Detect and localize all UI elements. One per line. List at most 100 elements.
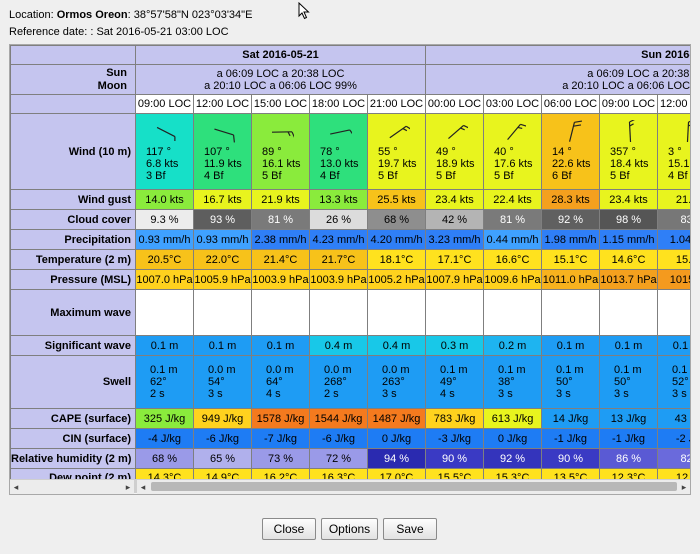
swell-d: 54° [208, 376, 225, 388]
rh-cell: 82 [657, 448, 690, 469]
forecast-table: Sat 2016-05-21Sun 2016-05-2SunMoona 06:0… [10, 45, 690, 488]
scroll-right-arrow-icon[interactable]: ▸ [678, 480, 690, 494]
wind-cell: 40 ° 17.6 kts 5 Bf [483, 113, 543, 190]
sigwave-cell: 0.1 m [193, 335, 252, 356]
wind-barb-icon [448, 124, 469, 140]
precip-cell: 4.20 mm/h [366, 229, 427, 250]
swell-p: 3 s [382, 388, 397, 400]
scroll-left-arrow-icon[interactable]: ◂ [10, 480, 22, 494]
cin-cell: -4 J/kg [135, 428, 194, 449]
temp-cell: 16.6°C [483, 249, 543, 270]
precip-cell: 3.23 mm/h [425, 229, 485, 250]
scroll-right-arrow-icon[interactable]: ▸ [122, 480, 134, 494]
options-button[interactable]: Options [321, 518, 378, 540]
time-row: 09:00 LOC 12:00 LOC 15:00 LOC 18:00 LOC 21:0… [10, 94, 690, 114]
cin-cell: 0 J/kg [483, 428, 543, 449]
gust-cell: 28.3 kts [541, 189, 601, 210]
swell-cell: 0.1 m 50° 3 s [599, 355, 659, 409]
swell-p: 2 s [150, 388, 165, 400]
wind-row: Wind (10 m) 117 ° 6.8 kts 3 Bf 107 ° 11.9 kts… [10, 113, 690, 190]
sun-label: Sun [106, 66, 127, 79]
forecast-table-viewport[interactable]: Sat 2016-05-21Sun 2016-05-2SunMoona 06:0… [9, 44, 691, 495]
wind-kts: 18.9 kts [436, 158, 475, 170]
cin-cell: 0 J/kg [366, 428, 427, 449]
pressure-cell: 1005.9 hPa [193, 269, 252, 290]
wind-bf: 5 Bf [262, 170, 282, 182]
row-label-cin: CIN (surface) [10, 428, 136, 449]
time-cell: 09:00 LOC [135, 94, 194, 114]
gust-cell: 25.5 kts [366, 189, 427, 210]
temp-cell: 14.6°C [599, 249, 659, 270]
precip-cell: 1.98 mm/h [541, 229, 601, 250]
location-label: Location: [9, 9, 54, 21]
row-label-cape: CAPE (surface) [10, 408, 136, 429]
pressure-cell: 1009.6 hPa [483, 269, 543, 290]
swell-d: 263° [382, 376, 405, 388]
wind-cell: 357 ° 18.4 kts 5 Bf [599, 113, 659, 190]
swell-h: 0.1 m [556, 364, 584, 376]
cloud-cell: 83 [657, 209, 690, 230]
wind-barb-icon [389, 125, 410, 139]
temp-cell: 21.4°C [251, 249, 310, 270]
cape-cell: 14 J/kg [541, 408, 601, 429]
wind-bf: 5 Bf [494, 170, 514, 182]
swell-p: 3 s [498, 388, 513, 400]
wind-dir: 117 ° [146, 146, 171, 158]
swell-d: 38° [498, 376, 515, 388]
wind-bf: 4 Bf [320, 170, 340, 182]
max-wave-cell [251, 289, 310, 336]
pressure-cell: 1005.2 hPa [366, 269, 427, 290]
wind-dir: 89 ° [262, 146, 282, 158]
swell-p: 2 s [324, 388, 339, 400]
cape-row: CAPE (surface) 325 J/kg 949 J/kg 1578 J/kg 1… [10, 408, 690, 429]
wind-kts: 22.6 kts [552, 158, 591, 170]
max-wave-cell [425, 289, 485, 336]
wind-barb-icon [507, 123, 527, 141]
max-wave-cell [366, 289, 427, 336]
rh-cell: 92 % [483, 448, 543, 469]
time-cell: 00:00 LOC [425, 94, 485, 114]
max-wave-cell [483, 289, 543, 336]
labels-horizontal-scrollbar[interactable]: ◂ ▸ [10, 479, 134, 494]
save-button[interactable]: Save [383, 518, 437, 540]
wind-dir: 55 ° [378, 146, 398, 158]
time-cell: 03:00 LOC [483, 94, 543, 114]
cloud-cell: 42 % [425, 209, 485, 230]
precip-cell: 1.04 m [657, 229, 690, 250]
wind-cell: 14 ° 22.6 kts 6 Bf [541, 113, 601, 190]
wind-kts: 11.9 kts [204, 158, 242, 170]
swell-h: 0.1 m [150, 364, 178, 376]
row-label-sun-moon: Sun Moon [10, 64, 136, 95]
sigwave-cell: 0.2 m [483, 335, 543, 356]
swell-h: 0.1 m [614, 364, 642, 376]
swell-d: 49° [440, 376, 457, 388]
time-cell: 06:00 LOC [541, 94, 601, 114]
temp-cell: 17.1°C [425, 249, 485, 270]
wind-cell: 78 ° 13.0 kts 4 Bf [309, 113, 368, 190]
cloud-cell: 81 % [251, 209, 310, 230]
swell-cell: 0.1 m 50° 3 s [541, 355, 601, 409]
wind-kts: 18.4 kts [610, 158, 649, 170]
swell-h: 0.0 m [266, 364, 294, 376]
close-button[interactable]: Close [262, 518, 316, 540]
swell-cell: 0.1 m 38° 3 s [483, 355, 543, 409]
cloud-cell: 68 % [366, 209, 427, 230]
scrollbar-thumb[interactable] [151, 482, 677, 491]
max-wave-cell [309, 289, 368, 336]
wind-bf: 4 Bf [668, 170, 688, 182]
mouse-cursor-icon [298, 2, 310, 20]
scroll-left-arrow-icon[interactable]: ◂ [137, 480, 149, 494]
sun-moon-times: a 06:09 LOC a 20:38 LOCa 20:10 LOC a 06:… [425, 64, 690, 95]
cape-cell: 43 J/ [657, 408, 690, 429]
precip-cell: 0.44 mm/h [483, 229, 543, 250]
cin-cell: -7 J/kg [251, 428, 310, 449]
moon-times: a 20:10 LOC a 06:06 LOC 99% [204, 79, 357, 92]
swell-row: Swell 0.1 m 62° 2 s 0.0 m 54° 3 s 0.0 m 64° 4 s 0.… [10, 355, 690, 409]
rh-cell: 73 % [251, 448, 310, 469]
precip-cell: 2.38 mm/h [251, 229, 310, 250]
data-horizontal-scrollbar[interactable]: ◂ ▸ [137, 479, 690, 494]
gust-cell: 14.0 kts [135, 189, 194, 210]
pressure-cell: 1007.0 hPa [135, 269, 194, 290]
swell-d: 62° [150, 376, 167, 388]
sun-moon-row: Sun Moon a 06:09 LOC a 20:38 LOC a 20:10 LO… [10, 64, 690, 95]
